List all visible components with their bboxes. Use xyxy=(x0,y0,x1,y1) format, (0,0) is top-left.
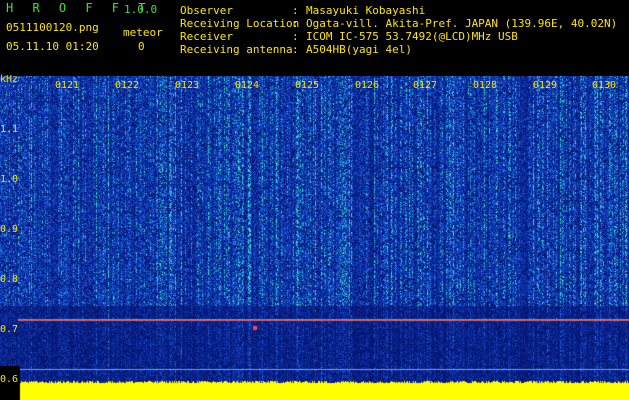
info-label-location: Receiving Location xyxy=(180,17,300,30)
filename-label: 0511100120.png xyxy=(6,21,99,34)
y-axis-label: kHz xyxy=(0,74,19,85)
info-label-antenna: Receiving antenna xyxy=(180,43,293,56)
info-value-antenna: A504HB(yagi 4el) xyxy=(306,43,412,56)
x-tick-label: 0130 xyxy=(592,80,617,91)
y-tick-label: 0.7 xyxy=(0,324,19,335)
x-tick-label: 0128 xyxy=(473,80,498,91)
y-tick-label: 0.9 xyxy=(0,224,19,235)
meteor-label: meteor xyxy=(123,26,163,39)
info-colon: : xyxy=(292,4,299,17)
x-tick-label: 0129 xyxy=(533,80,558,91)
spectrogram-canvas xyxy=(0,76,629,400)
x-tick-label: 0121 xyxy=(55,80,80,91)
y-tick-label: 1.0 xyxy=(0,174,19,185)
x-tick-label: 0126 xyxy=(355,80,380,91)
meteor-count: 0 xyxy=(138,40,145,53)
x-tick-label: 0123 xyxy=(175,80,200,91)
x-tick-label: 0127 xyxy=(413,80,438,91)
info-value-receiver: ICOM IC-575 53.7492(@LCD)MHz USB xyxy=(306,30,518,43)
y-tick-label: 1.1 xyxy=(0,124,19,135)
version-label: 1.0.0 xyxy=(124,3,158,16)
y-tick-label: 0.8 xyxy=(0,274,19,285)
info-colon: : xyxy=(292,43,299,56)
x-tick-label: 0122 xyxy=(115,80,140,91)
info-label-receiver: Receiver xyxy=(180,30,233,43)
x-tick-label: 0125 xyxy=(295,80,320,91)
info-colon: : xyxy=(292,30,299,43)
y-tick-label: 0.6 xyxy=(0,374,19,385)
datetime-label: 05.11.10 01:20 xyxy=(6,40,99,53)
info-value-location: Ogata-vill. Akita-Pref. JAPAN (139.96E, … xyxy=(306,17,618,30)
info-value-observer: Masayuki Kobayashi xyxy=(306,4,426,17)
x-tick-label: 0124 xyxy=(235,80,260,91)
info-label-observer: Observer xyxy=(180,4,233,17)
info-colon: : xyxy=(292,17,299,30)
